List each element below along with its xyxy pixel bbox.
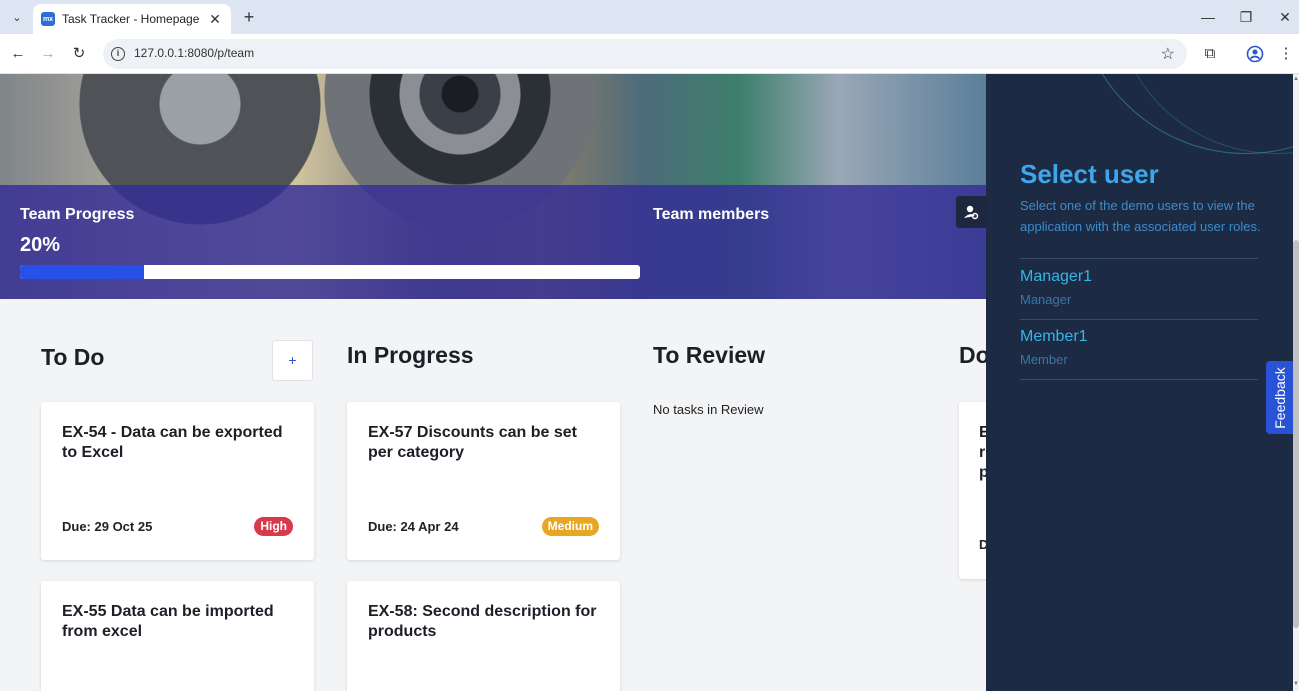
profile-icon[interactable] [1243, 42, 1267, 66]
task-title-line: p [979, 464, 989, 481]
new-tab-icon[interactable]: + [240, 7, 258, 27]
task-title-line: r [979, 444, 986, 461]
user-role-label: Manager [1020, 292, 1072, 307]
task-due-date: Due: 29 Oct 25 [62, 519, 153, 534]
window-close-icon[interactable]: ✕ [1275, 7, 1295, 27]
browser-toolbar: ← → ↻ i 127.0.0.1:8080/p/team ☆ ⧉ ⋮ [0, 34, 1299, 74]
user-option-member1[interactable]: Member1 [1020, 328, 1088, 346]
panel-description: Select one of the demo users to view the… [1020, 198, 1261, 234]
scroll-thumb[interactable] [1293, 240, 1299, 628]
task-title-line: E [979, 424, 990, 441]
feedback-label: Feedback [1271, 366, 1288, 429]
add-task-button[interactable]: + [272, 340, 313, 381]
divider [1020, 319, 1258, 320]
user-switch-button[interactable] [956, 196, 986, 228]
menu-icon[interactable]: ⋮ [1274, 42, 1298, 66]
task-due-date: Due: 24 Apr 24 [368, 519, 459, 534]
divider [1020, 258, 1258, 259]
tab-title: Task Tracker - Homepage [62, 12, 200, 26]
task-card[interactable]: EX-55 Data can be imported from excel [41, 581, 314, 691]
browser-tab[interactable]: mx Task Tracker - Homepage ✕ [33, 4, 231, 34]
address-bar[interactable]: i 127.0.0.1:8080/p/team ☆ [103, 39, 1187, 69]
bookmark-star-icon[interactable]: ☆ [1161, 44, 1175, 64]
url-text: 127.0.0.1:8080/p/team [134, 46, 255, 60]
task-card[interactable]: EX-58: Second description for products [347, 581, 620, 691]
column-title-in-progress: In Progress [347, 342, 474, 368]
user-option-manager1[interactable]: Manager1 [1020, 268, 1092, 286]
team-progress-bar [20, 265, 640, 279]
scroll-down-icon[interactable]: ▼ [1293, 681, 1299, 687]
team-banner [0, 185, 986, 299]
column-title-to-review: To Review [653, 342, 766, 368]
select-user-panel: Select user Select one of the demo users… [986, 74, 1293, 691]
tab-dropdown-icon[interactable]: ⌄ [6, 6, 28, 28]
close-icon[interactable]: ✕ [207, 11, 223, 28]
team-progress-fill [20, 265, 144, 279]
task-card[interactable]: EX-57 Discounts can be set per category … [347, 402, 620, 560]
feedback-button[interactable]: Feedback [1266, 361, 1293, 434]
task-title: EX-55 Data can be imported from excel [62, 603, 274, 640]
divider [1020, 379, 1258, 380]
task-title: EX-54 - Data can be exported to Excel [62, 424, 283, 461]
page-scrollbar[interactable]: ▲ ▼ [1293, 74, 1299, 691]
restore-icon[interactable]: ❐ [1236, 7, 1256, 27]
task-card[interactable]: EX-54 - Data can be exported to Excel Du… [41, 402, 314, 560]
task-title: EX-58: Second description for products [368, 603, 597, 640]
user-settings-icon [964, 205, 979, 220]
priority-badge: High [254, 517, 293, 536]
extensions-icon[interactable]: ⧉ [1198, 42, 1222, 66]
team-members-title: Team members [653, 206, 770, 223]
team-progress-title: Team Progress [20, 206, 135, 223]
team-progress-percentage: 20% [20, 234, 61, 256]
minimize-icon[interactable]: — [1198, 7, 1218, 27]
user-role-label: Member [1020, 352, 1068, 367]
favicon-icon: mx [41, 12, 55, 26]
task-title: EX-57 Discounts can be set per category [368, 424, 577, 461]
scroll-up-icon[interactable]: ▲ [1293, 76, 1299, 82]
browser-tab-bar: ⌄ mx Task Tracker - Homepage ✕ + — ❐ ✕ [0, 0, 1299, 34]
empty-review-text: No tasks in Review [653, 402, 764, 417]
site-info-icon[interactable]: i [111, 47, 125, 61]
back-icon[interactable]: ← [7, 43, 29, 65]
forward-icon[interactable]: → [37, 43, 59, 65]
column-title-todo: To Do [41, 344, 105, 370]
priority-badge: Medium [541, 517, 599, 536]
page: Team Progress 20% Team members To Do + I… [0, 74, 1299, 691]
reload-icon[interactable]: ↻ [68, 43, 90, 65]
panel-title: Select user [1020, 159, 1159, 189]
